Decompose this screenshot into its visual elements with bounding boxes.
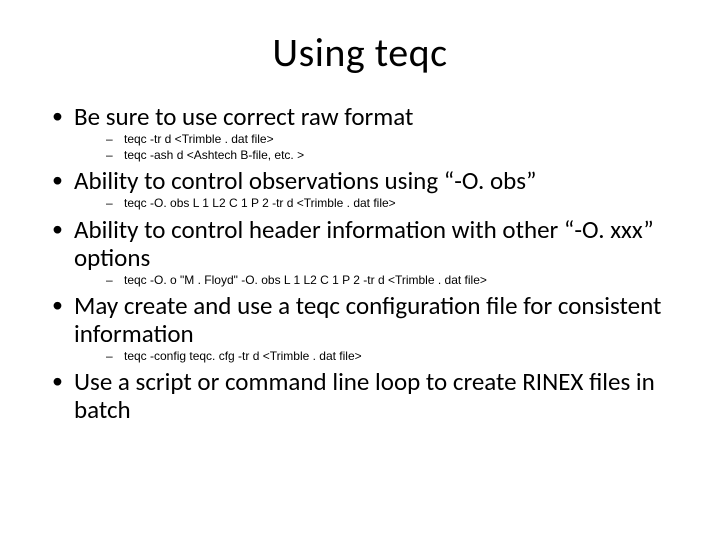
sub-bullet-list: teqc -O. obs L 1 L2 C 1 P 2 -tr d <Trimb… [104,195,680,211]
bullet-text: Ability to control header information wi… [74,214,654,273]
bullet-item: May create and use a teqc configuration … [48,292,680,364]
sub-bullet-list: teqc -O. o "M . Floyd" -O. obs L 1 L2 C … [104,272,680,288]
bullet-text: Ability to control observations using “-… [74,165,536,196]
sub-bullet-item: teqc -O. obs L 1 L2 C 1 P 2 -tr d <Trimb… [104,195,680,211]
bullet-text: Be sure to use correct raw format [74,101,413,132]
bullet-item: Ability to control observations using “-… [48,167,680,211]
sub-bullet-list: teqc -config teqc. cfg -tr d <Trimble . … [104,348,680,364]
slide: Using teqc Be sure to use correct raw fo… [0,0,720,540]
sub-bullet-item: teqc -tr d <Trimble . dat file> [104,131,680,147]
sub-bullet-item: teqc -config teqc. cfg -tr d <Trimble . … [104,348,680,364]
bullet-item: Ability to control header information wi… [48,216,680,288]
bullet-item: Be sure to use correct raw format teqc -… [48,103,680,163]
bullet-list: Be sure to use correct raw format teqc -… [48,103,680,424]
bullet-text: May create and use a teqc configuration … [74,290,661,349]
bullet-text: Use a script or command line loop to cre… [74,366,655,425]
bullet-item: Use a script or command line loop to cre… [48,368,680,424]
slide-title: Using teqc [40,28,680,77]
sub-bullet-item: teqc -O. o "M . Floyd" -O. obs L 1 L2 C … [104,272,680,288]
sub-bullet-list: teqc -tr d <Trimble . dat file> teqc -as… [104,131,680,163]
sub-bullet-item: teqc -ash d <Ashtech B-file, etc. > [104,147,680,163]
